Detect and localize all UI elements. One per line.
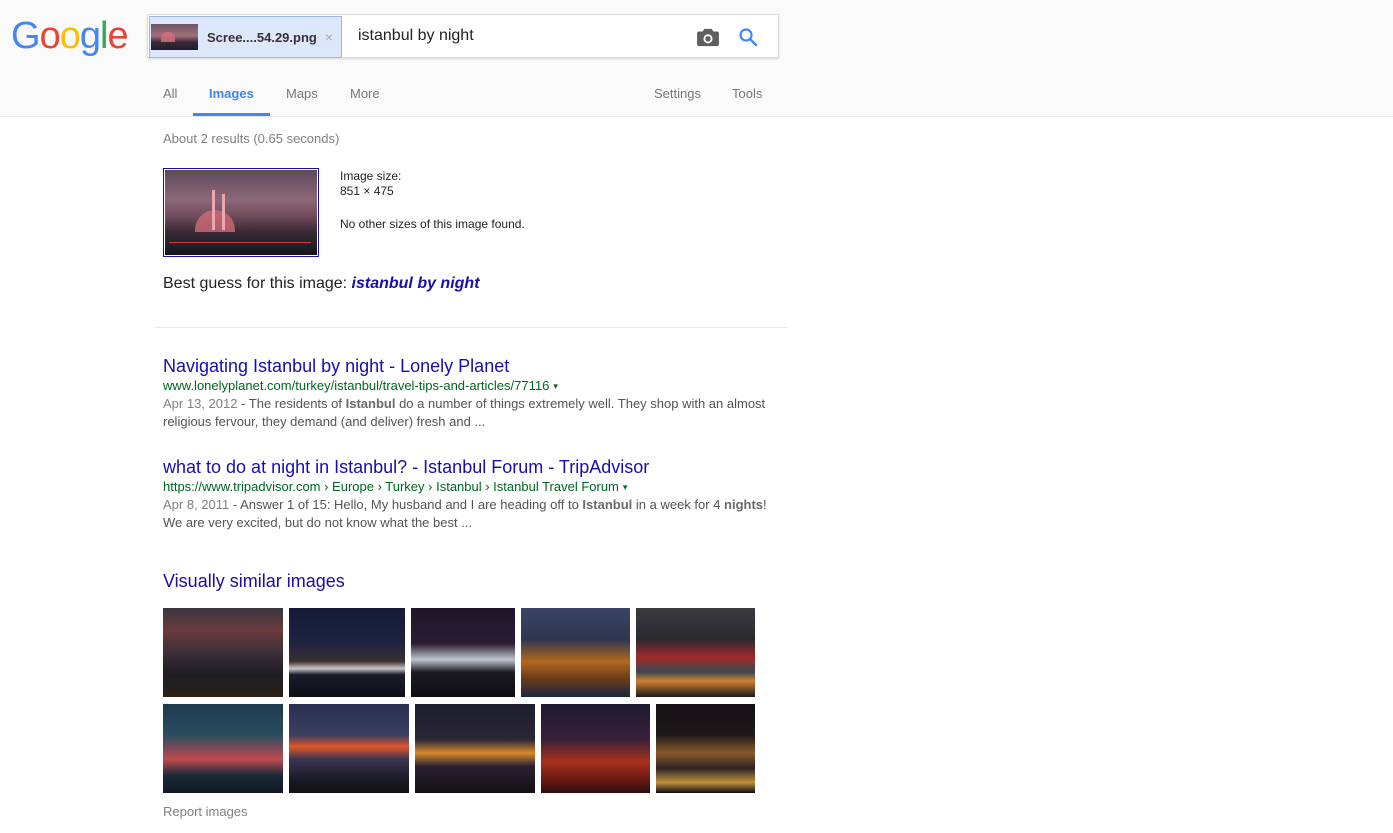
result-stats: About 2 results (0.65 seconds) [163,131,340,146]
search-box[interactable]: Scree....54.29.png × [147,14,779,58]
similar-image-thumbnail[interactable] [636,608,755,697]
chip-close-icon[interactable]: × [325,29,333,45]
other-sizes-note: No other sizes of this image found. [340,217,525,231]
tab-more[interactable]: More [350,86,380,101]
query-image-preview [165,170,317,255]
tab-all[interactable]: All [163,86,177,101]
url-options-caret-icon[interactable]: ▾ [623,482,628,492]
tab-settings[interactable]: Settings [654,86,701,101]
tab-tools[interactable]: Tools [732,86,762,101]
google-logo[interactable]: Google [11,15,129,58]
search-icon[interactable] [738,27,758,47]
similar-image-thumbnail[interactable] [163,704,283,793]
result-title-link[interactable]: Navigating Istanbul by night - Lonely Pl… [163,355,783,377]
logo-letter: e [107,15,128,57]
best-guess: Best guess for this image: istanbul by n… [163,275,480,293]
similar-image-thumbnail[interactable] [289,704,409,793]
similar-image-thumbnail[interactable] [411,608,515,697]
search-input[interactable] [358,27,688,45]
active-tab-indicator [193,113,270,116]
image-info: Image size: 851 × 475 No other sizes of … [340,169,525,232]
search-result: what to do at night in Istanbul? - Istan… [163,456,783,532]
logo-letter: o [59,15,81,57]
result-url: www.lonelyplanet.com/turkey/istanbul/tra… [163,378,558,393]
url-options-caret-icon[interactable]: ▾ [553,381,558,391]
image-chip[interactable]: Scree....54.29.png × [149,16,342,58]
best-guess-prefix: Best guess for this image: [163,275,352,292]
similar-image-thumbnail[interactable] [163,608,283,697]
result-date: Apr 13, 2012 [163,396,238,411]
logo-letter: G [11,15,41,57]
query-image[interactable] [163,168,319,257]
result-date: Apr 8, 2011 [163,497,230,512]
divider [155,327,787,328]
header: Google Scree....54.29.png × All Images M… [0,0,1393,117]
similar-image-thumbnail[interactable] [541,704,650,793]
similar-image-thumbnail[interactable] [289,608,405,697]
image-size-label: Image size: [340,169,402,183]
result-snippet: Apr 13, 2012 - The residents of Istanbul… [163,396,766,429]
similar-image-thumbnail[interactable] [521,608,630,697]
similar-image-thumbnail[interactable] [656,704,755,793]
similar-image-thumbnail[interactable] [415,704,535,793]
visually-similar-title[interactable]: Visually similar images [163,571,345,592]
report-images-link[interactable]: Report images [163,804,248,819]
camera-icon[interactable] [697,27,719,47]
result-url: https://www.tripadvisor.com › Europe › T… [163,479,628,494]
logo-letter: l [99,15,109,57]
logo-letter: g [79,15,101,57]
tab-maps[interactable]: Maps [286,86,318,101]
logo-letter: o [39,15,61,57]
chip-thumbnail [151,24,198,50]
search-result: Navigating Istanbul by night - Lonely Pl… [163,355,783,431]
result-snippet: Apr 8, 2011 - Answer 1 of 15: Hello, My … [163,497,767,530]
result-title-link[interactable]: what to do at night in Istanbul? - Istan… [163,456,783,478]
chip-filename: Scree....54.29.png [207,29,317,45]
image-size-value: 851 × 475 [340,184,394,198]
best-guess-link[interactable]: istanbul by night [352,275,480,292]
tab-images[interactable]: Images [209,86,254,101]
